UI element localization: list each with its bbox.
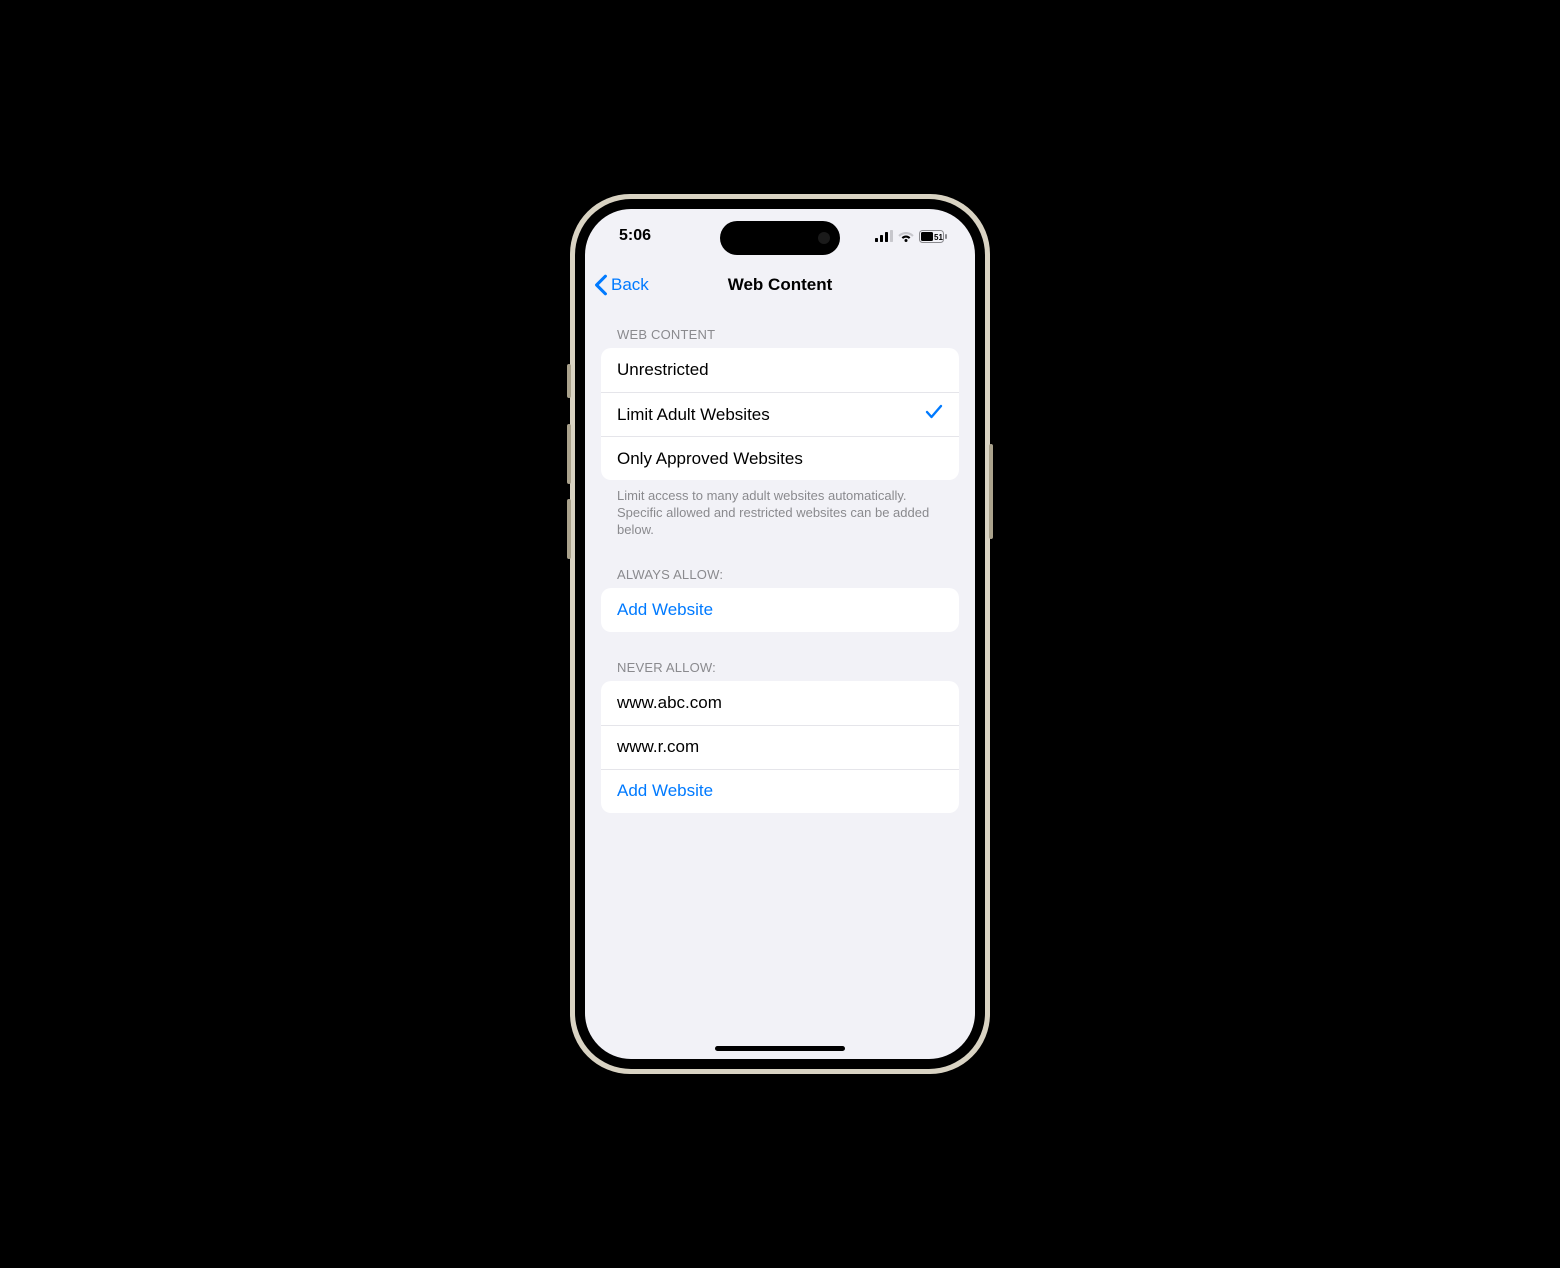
side-button: [567, 364, 571, 398]
status-time: 5:06: [619, 227, 651, 245]
home-indicator[interactable]: [715, 1046, 845, 1051]
back-button[interactable]: Back: [593, 274, 649, 296]
add-website-always-button[interactable]: Add Website: [601, 588, 959, 632]
back-label: Back: [611, 275, 649, 295]
screen: 5:06 51 Back Web Content WEB CONTENT: [585, 209, 975, 1059]
power-button: [989, 444, 993, 539]
section-header-web-content: WEB CONTENT: [601, 307, 959, 348]
option-label: Only Approved Websites: [617, 449, 803, 469]
option-only-approved[interactable]: Only Approved Websites: [601, 436, 959, 480]
section-header-never-allow: NEVER ALLOW:: [601, 632, 959, 681]
website-label: www.abc.com: [617, 693, 722, 713]
option-unrestricted[interactable]: Unrestricted: [601, 348, 959, 392]
wifi-icon: [898, 230, 914, 242]
volume-down-button: [567, 499, 571, 559]
add-website-label: Add Website: [617, 781, 713, 801]
page-title: Web Content: [728, 275, 833, 295]
option-label: Limit Adult Websites: [617, 405, 770, 425]
volume-up-button: [567, 424, 571, 484]
never-allow-item[interactable]: www.r.com: [601, 725, 959, 769]
web-content-group: Unrestricted Limit Adult Websites Only A…: [601, 348, 959, 480]
option-label: Unrestricted: [617, 360, 709, 380]
svg-text:51: 51: [934, 232, 943, 241]
always-allow-group: Add Website: [601, 588, 959, 632]
chevron-left-icon: [593, 274, 609, 296]
add-website-label: Add Website: [617, 600, 713, 620]
never-allow-item[interactable]: www.abc.com: [601, 681, 959, 725]
cellular-icon: [875, 230, 893, 242]
add-website-never-button[interactable]: Add Website: [601, 769, 959, 813]
section-header-always-allow: ALWAYS ALLOW:: [601, 539, 959, 588]
dynamic-island: [720, 221, 840, 255]
phone-frame: 5:06 51 Back Web Content WEB CONTENT: [570, 194, 990, 1074]
section-footer-web-content: Limit access to many adult websites auto…: [601, 480, 959, 539]
website-label: www.r.com: [617, 737, 699, 757]
nav-bar: Back Web Content: [585, 263, 975, 307]
never-allow-group: www.abc.com www.r.com Add Website: [601, 681, 959, 813]
checkmark-icon: [925, 404, 943, 425]
option-limit-adult[interactable]: Limit Adult Websites: [601, 392, 959, 436]
battery-icon: 51: [919, 230, 947, 243]
